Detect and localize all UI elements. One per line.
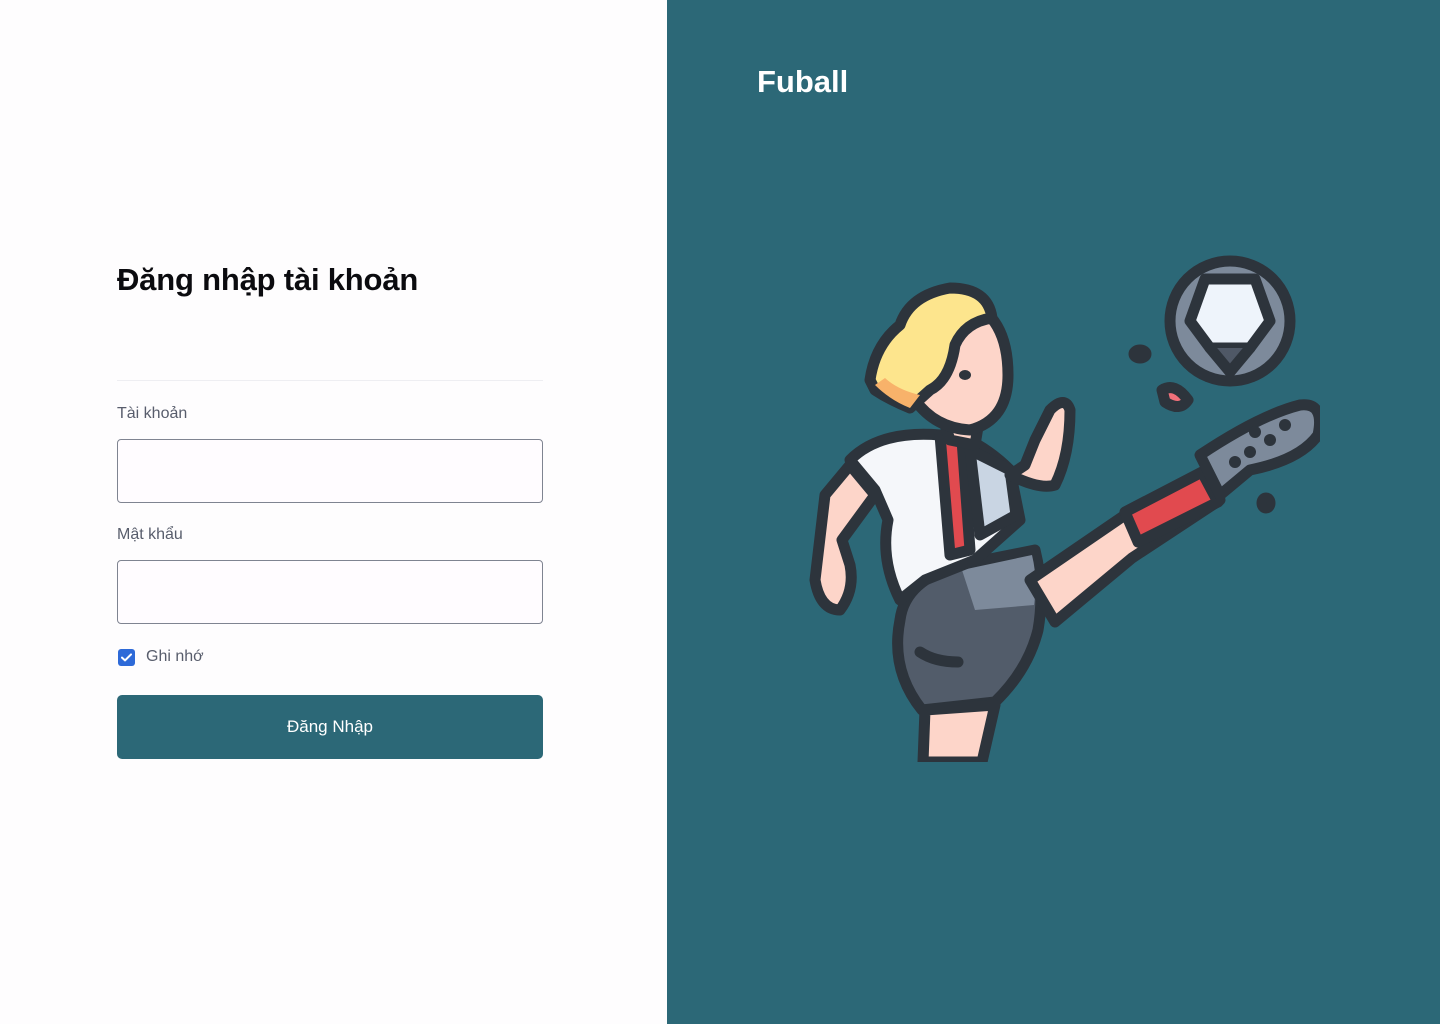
- remember-me[interactable]: Ghi nhớ: [117, 646, 204, 668]
- remember-label: Ghi nhớ: [146, 648, 204, 665]
- login-panel: Đăng nhập tài khoản Tài khoản Mật khẩu G…: [0, 0, 667, 1024]
- remember-checkbox[interactable]: [118, 648, 135, 666]
- football-player-kicking-ball-icon: [809, 255, 1320, 762]
- check-icon: [121, 652, 132, 661]
- title-divider: [117, 380, 543, 381]
- username-input[interactable]: [117, 439, 543, 503]
- password-input[interactable]: [117, 560, 543, 624]
- brand-panel: Fuball: [667, 0, 1440, 1024]
- login-button[interactable]: Đăng Nhập: [117, 695, 543, 759]
- login-title: Đăng nhập tài khoản: [117, 262, 419, 297]
- username-label: Tài khoản: [117, 405, 188, 422]
- brand-logo: Fuball: [757, 64, 849, 99]
- password-label: Mật khẩu: [117, 526, 183, 543]
- login-page: Đăng nhập tài khoản Tài khoản Mật khẩu G…: [0, 0, 1440, 1024]
